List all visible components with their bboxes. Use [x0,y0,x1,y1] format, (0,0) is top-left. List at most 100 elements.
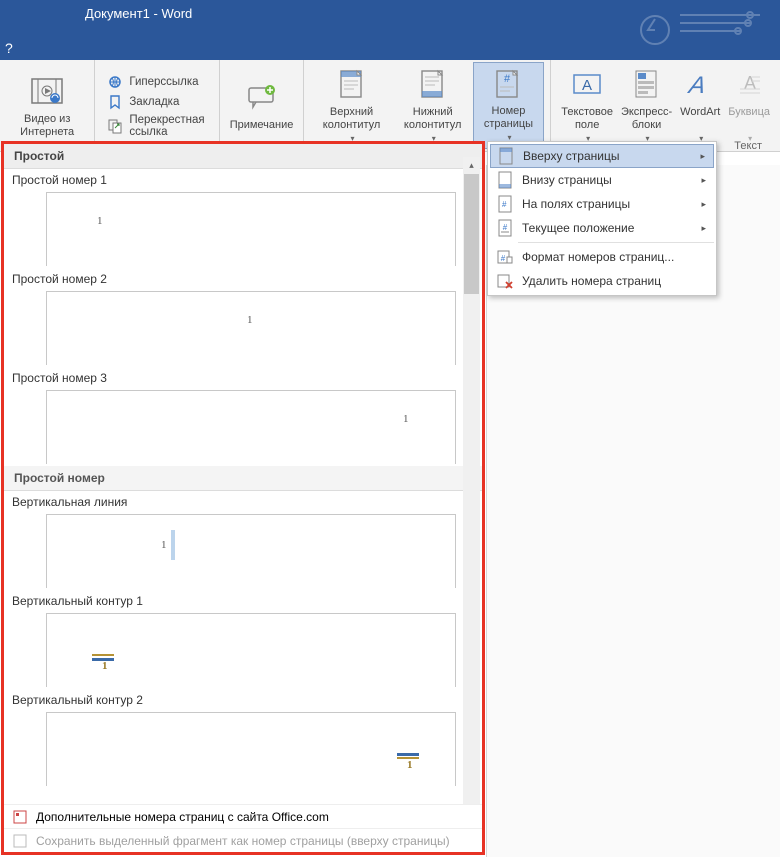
document-title: Документ1 - Word [85,6,192,21]
dropcap-button[interactable]: A Буквица▾ [724,62,774,149]
gallery-item[interactable]: Простой номер 1 1 [4,169,482,268]
crossref-label: Перекрестная ссылка [129,114,206,138]
title-bar: Документ1 - Word ? [0,0,780,60]
gallery-preview: 1 [46,390,456,464]
preview-number: 1 [403,413,409,425]
page-top-icon [495,146,517,166]
gallery-preview: 1 [46,291,456,365]
dd-label: Формат номеров страниц... [522,250,674,264]
page-number-icon: # [490,67,526,101]
crossref-icon [107,118,123,134]
preview-number: 1 [407,759,413,771]
page-number-gallery: Простой Простой номер 1 1 Простой номер … [1,141,485,855]
gallery-preview: 1 [46,712,456,786]
gallery-group-header: Простой номер [4,466,482,491]
wordart-button[interactable]: A WordArt▾ [676,62,724,149]
dd-current-position[interactable]: # Текущее положение ▸ [490,216,714,240]
dd-format-numbers[interactable]: # Формат номеров страниц... [490,245,714,269]
dropcap-label: Буквица [728,106,770,119]
dd-label: Текущее положение [522,221,634,235]
ribbon-group-label-text: Текст [734,140,762,152]
svg-text:#: # [501,254,506,263]
wordart-icon: A [682,66,718,102]
gallery-item[interactable]: Простой номер 2 1 [4,268,482,367]
hyperlink-button[interactable]: Гиперссылка [107,74,206,90]
chevron-right-icon: ▸ [701,175,706,186]
gallery-item-title: Вертикальный контур 2 [12,693,474,707]
insert-online-video-button[interactable]: Видео из Интернета [6,62,88,149]
dd-bottom-of-page[interactable]: Внизу страницы ▸ [490,168,714,192]
gallery-item[interactable]: Вертикальный контур 2 1 [4,689,482,788]
gallery-item-title: Простой номер 2 [12,272,474,286]
crossref-button[interactable]: Перекрестная ссылка [107,114,206,138]
svg-text:#: # [503,223,508,232]
textbox-label: Текстовое поле [561,106,613,132]
gallery-item-title: Простой номер 1 [12,173,474,187]
more-label: Дополнительные номера страниц с сайта Of… [36,810,329,824]
pagenum-label: Номер страницы [478,105,540,131]
dropcap-icon: A [731,66,767,102]
quickparts-button[interactable]: Экспресс-блоки▾ [617,62,676,149]
preview-number: 1 [102,660,108,672]
scroll-thumb[interactable] [464,174,479,294]
save-selection-button: Сохранить выделенный фрагмент как номер … [4,828,482,852]
header-icon [334,66,370,102]
gallery-group-header: Простой [4,144,482,169]
preview-number: 1 [161,539,167,551]
comment-label: Примечание [230,119,294,132]
svg-text:#: # [502,200,507,209]
gallery-scrollbar[interactable]: ▴ ▾ [463,174,480,800]
preview-number: 1 [97,215,103,227]
header-label: Верхний колонтитул [314,106,388,132]
gallery-item[interactable]: Вертикальная линия 1 [4,491,482,590]
gallery-item[interactable]: Простой номер 3 1 [4,367,482,466]
page-number-button[interactable]: # Номер страницы▾ [473,62,545,149]
more-from-office-button[interactable]: Дополнительные номера страниц с сайта Of… [4,804,482,828]
dd-page-margins[interactable]: # На полях страницы ▸ [490,192,714,216]
remove-icon [494,271,516,291]
gallery-preview: 1 [46,192,456,266]
current-position-icon: # [494,218,516,238]
gallery-item-title: Вертикальный контур 1 [12,594,474,608]
svg-text:A: A [744,73,756,93]
video-icon [29,73,65,109]
wordart-label: WordArt [680,106,720,119]
dd-label: Внизу страницы [522,173,612,187]
chevron-right-icon: ▸ [701,223,706,234]
comment-button[interactable]: Примечание [226,62,298,149]
dd-label: Удалить номера страниц [522,274,661,288]
gallery-preview: 1 [46,613,456,687]
ribbon-group-comments: Примечание [220,60,305,151]
textbox-button[interactable]: A Текстовое поле▾ [557,62,617,149]
dd-remove-numbers[interactable]: Удалить номера страниц [490,269,714,293]
office-icon [12,809,28,825]
svg-text:A: A [685,72,708,97]
dd-label: Вверху страницы [523,149,619,163]
ribbon-group-links: Гиперссылка Закладка Перекрестная ссылка [95,60,219,151]
chevron-right-icon: ▸ [701,199,706,210]
page-margins-icon: # [494,194,516,214]
quickparts-icon [629,66,665,102]
preview-contour [397,753,419,756]
footer-button[interactable]: Нижний колонтитул▾ [393,62,473,149]
ribbon-group-headerfooter: Верхний колонтитул▾ Нижний колонтитул▾ #… [304,60,551,151]
bookmark-button[interactable]: Закладка [107,94,206,110]
save-icon [12,833,28,849]
footer-icon [415,66,451,102]
gallery-item-title: Вертикальная линия [12,495,474,509]
format-icon: # [494,247,516,267]
preview-contour [92,654,114,656]
dd-top-of-page[interactable]: Вверху страницы ▸ [490,144,714,168]
scroll-up-button[interactable]: ▴ [463,157,480,174]
svg-text:#: # [504,73,511,85]
preview-bar [171,530,175,560]
save-label: Сохранить выделенный фрагмент как номер … [36,834,450,848]
page-bottom-icon [494,170,516,190]
help-question-icon: ? [5,40,13,56]
hyperlink-label: Гиперссылка [129,76,198,88]
gallery-item[interactable]: Вертикальный контур 1 1 [4,590,482,689]
header-button[interactable]: Верхний колонтитул▾ [310,62,392,149]
comment-icon [244,79,280,115]
chevron-right-icon: ▸ [700,151,705,162]
page-number-dropdown: Вверху страницы ▸ Внизу страницы ▸ # На … [487,141,717,296]
